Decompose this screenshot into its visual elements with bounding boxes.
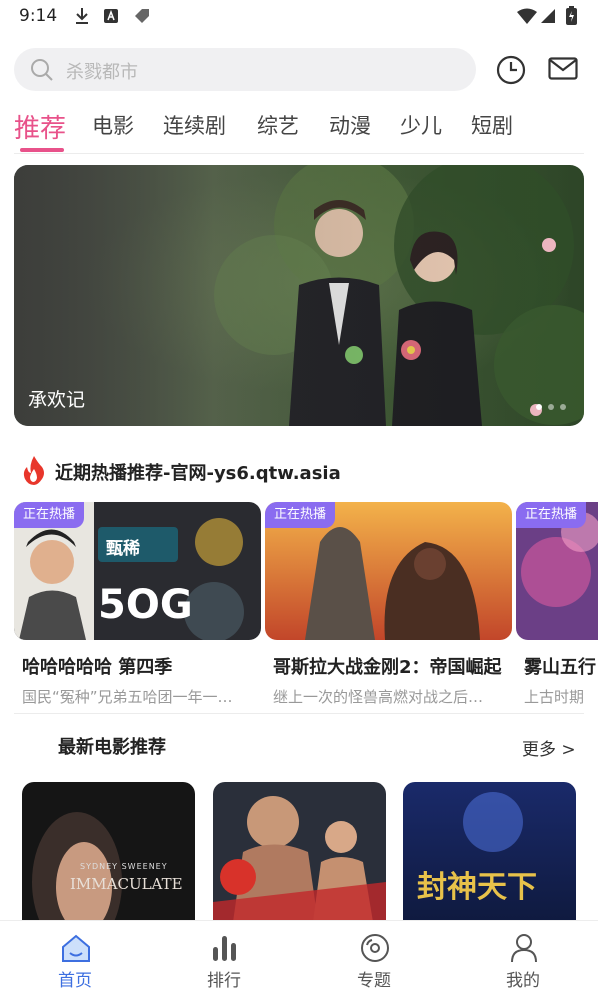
fire-icon <box>23 456 44 485</box>
nav-mine[interactable]: 我的 <box>473 921 573 998</box>
nav-home[interactable]: 首页 <box>25 921 125 998</box>
banner-carousel[interactable]: 承欢记 <box>14 165 584 426</box>
tab-movies[interactable]: 电影 <box>92 110 134 140</box>
signal-icon <box>541 9 555 23</box>
section-divider <box>14 713 584 714</box>
tab-recommend[interactable]: 推荐 <box>14 108 66 145</box>
carousel-dot <box>548 404 554 410</box>
app-page: 9:14 杀戮都市 推荐 电影 连续剧 综艺 动漫 少儿 短剧 承欢记 近期热播… <box>0 0 598 998</box>
battery-icon <box>566 6 577 25</box>
hot-item-desc: 继上一次的怪兽高燃对战之后… <box>273 688 484 706</box>
status-time: 9:14 <box>19 6 58 26</box>
search-placeholder: 杀戮都市 <box>66 62 138 83</box>
search-icon <box>31 59 53 81</box>
disc-icon <box>361 934 389 962</box>
tabs-divider <box>14 153 584 154</box>
hot-item-title[interactable]: 哥斯拉大战金刚2：帝国崛起 <box>273 653 502 679</box>
hot-item-title[interactable]: 雾山五行 <box>524 653 598 679</box>
movie-poster <box>22 782 195 922</box>
hot-badge: 正在热播 <box>14 502 85 528</box>
nav-topics-label: 专题 <box>357 971 391 991</box>
nav-rank[interactable]: 排行 <box>174 921 274 998</box>
download-icon <box>76 8 88 24</box>
tab-short-drama[interactable]: 短剧 <box>471 110 513 140</box>
mail-icon[interactable] <box>548 57 578 81</box>
bottom-nav: 首页 排行 专题 我的 <box>0 920 598 998</box>
wifi-icon <box>517 8 537 24</box>
movie-poster-text: IMMACULATE <box>70 875 183 893</box>
movie-card[interactable] <box>213 782 386 922</box>
hot-item-title[interactable]: 哈哈哈哈哈 第四季 <box>22 653 172 679</box>
nav-home-label: 首页 <box>58 971 92 991</box>
tab-variety[interactable]: 综艺 <box>257 110 299 140</box>
hot-card-poster-text: 甄稀 <box>106 539 140 559</box>
hot-card[interactable]: 正在热播 <box>516 502 598 640</box>
tab-active-indicator <box>20 148 64 152</box>
status-bar: 9:14 <box>0 0 598 34</box>
banner-image <box>14 165 584 426</box>
home-icon <box>62 934 90 962</box>
hot-card[interactable]: 正在热播 <box>265 502 512 640</box>
user-icon <box>511 934 537 963</box>
hot-badge: 正在热播 <box>265 502 336 528</box>
movie-card[interactable]: SYDNEY SWEENEY IMMACULATE <box>22 782 195 922</box>
tag-icon <box>135 9 149 23</box>
more-link[interactable]: 更多 > <box>522 735 576 760</box>
movie-poster-subtext: SYDNEY SWEENEY <box>80 862 168 871</box>
latest-section-title: 最新电影推荐 <box>58 737 166 758</box>
font-icon <box>104 9 118 23</box>
nav-rank-label: 排行 <box>207 971 241 991</box>
nav-mine-label: 我的 <box>506 971 540 991</box>
movie-poster <box>213 782 386 922</box>
hot-card-poster-text-large: 5OG <box>98 582 193 628</box>
search-input[interactable]: 杀戮都市 <box>14 48 476 91</box>
carousel-dot <box>560 404 566 410</box>
nav-topics[interactable]: 专题 <box>324 921 424 998</box>
hot-item-desc: 国民“冤种”兄弟五哈团一年一… <box>22 688 233 706</box>
history-icon[interactable] <box>496 55 526 85</box>
hot-card[interactable]: 甄稀 5OG 正在热播 <box>14 502 261 640</box>
hot-badge: 正在热播 <box>516 502 587 528</box>
banner-title: 承欢记 <box>28 389 86 411</box>
hot-item-desc: 上古时期 <box>524 688 585 706</box>
carousel-indicator <box>530 395 566 414</box>
movie-poster-text: 封神天下 <box>417 870 537 905</box>
hot-section-title: 近期热播推荐-官网-ys6.qtw.asia <box>55 463 341 484</box>
rank-bars-icon <box>213 936 236 961</box>
tab-anime[interactable]: 动漫 <box>329 110 371 140</box>
tab-series[interactable]: 连续剧 <box>163 110 226 140</box>
carousel-dot <box>536 404 542 410</box>
tab-kids[interactable]: 少儿 <box>400 110 442 140</box>
movie-card[interactable]: 封神天下 <box>403 782 576 922</box>
